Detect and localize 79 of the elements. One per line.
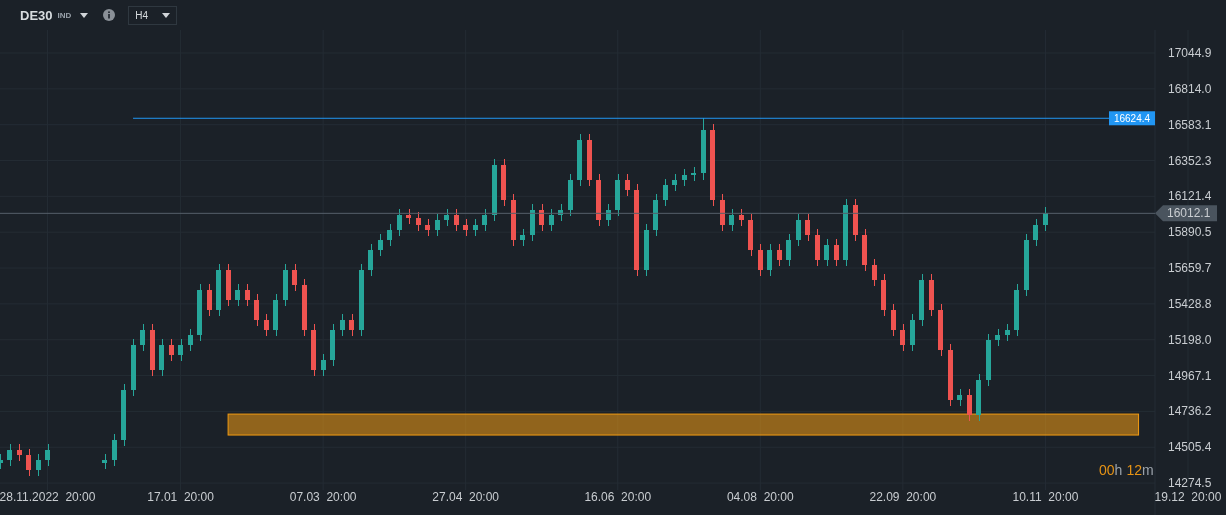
price-axis-label: 14505.4 [1168, 440, 1212, 455]
candlestick [254, 293, 260, 327]
candlestick [396, 208, 402, 237]
candlestick [539, 203, 545, 232]
candlestick [890, 303, 896, 337]
candlestick [377, 233, 383, 257]
candlestick [178, 338, 184, 362]
timeframe-dropdown[interactable]: H4 [128, 5, 178, 25]
info-icon[interactable] [103, 9, 116, 21]
symbol-name[interactable]: DE30 [20, 7, 53, 23]
candlestick [966, 388, 972, 422]
time-axis-label: 10.11 20:00 [1012, 490, 1079, 504]
price-axis-label: 15659.7 [1168, 261, 1212, 276]
candlestick [824, 238, 830, 267]
candlestick [548, 208, 554, 232]
candlestick [624, 173, 630, 197]
candlestick [415, 211, 421, 232]
candlestick [263, 313, 269, 337]
candlestick [900, 323, 906, 352]
candlestick [35, 453, 41, 477]
price-axis-label: 14274.5 [1168, 476, 1212, 491]
candlestick [729, 208, 735, 232]
candlestick [1042, 206, 1048, 232]
price-axis-label: 15890.5 [1168, 225, 1212, 240]
candlestick [662, 178, 668, 207]
candlestick [795, 213, 801, 247]
price-axis-label: 16814.0 [1168, 81, 1212, 96]
time-axis-label: 28.11.2022 20:00 [0, 490, 96, 504]
candlestick [757, 243, 763, 277]
candlestick [1033, 218, 1039, 247]
price-axis-label: 16583.1 [1168, 117, 1212, 132]
time-axis-label: 16.06 20:00 [584, 490, 652, 504]
candlestick [26, 448, 32, 477]
candlestick [349, 313, 355, 337]
price-axis-label: 14967.1 [1168, 368, 1212, 383]
price-axis-label: 14736.2 [1168, 404, 1212, 419]
candlestick [871, 258, 877, 287]
candlestick [45, 443, 51, 467]
candlestick [206, 283, 212, 317]
price-axis-label: 17044.9 [1168, 46, 1212, 60]
candlestick [368, 243, 374, 277]
candlestick [339, 313, 345, 337]
price-axis-label: 15428.8 [1168, 296, 1212, 311]
candlestick [7, 443, 12, 467]
candlestick [140, 323, 146, 352]
time-axis-label: 27.04 20:00 [432, 490, 500, 504]
time-axis-label: 17.01 20:00 [147, 490, 214, 504]
candlestick [244, 283, 250, 307]
candlestick [320, 353, 326, 377]
current-price-tag: 16012.1 [1155, 205, 1217, 222]
time-axis-label: 22.09 20:00 [869, 490, 937, 504]
candlestick [453, 208, 459, 232]
candlestick [168, 338, 174, 362]
ref-line-label: 16624.4 [1113, 113, 1151, 125]
time-axis-label: 07.03 20:00 [289, 490, 357, 504]
candlestick [482, 208, 488, 232]
candlestick [805, 213, 811, 242]
ref-line-label: 16012.1 [1167, 206, 1211, 221]
price-axis-label: 16121.4 [1168, 189, 1212, 204]
candlestick [767, 243, 773, 277]
candlestick [833, 238, 839, 267]
candlestick [776, 243, 782, 267]
price-axis-label: 16352.3 [1168, 153, 1212, 168]
candlestick [235, 283, 241, 307]
caret-icon[interactable] [80, 12, 89, 18]
market-label: IND [57, 10, 72, 20]
candlestick [187, 328, 193, 352]
time-axis-label: 04.08 20:00 [726, 490, 794, 504]
candlestick [786, 233, 792, 267]
time-axis-label: 19.12 20:00 [1154, 490, 1222, 504]
candlestick [292, 263, 298, 292]
candle-countdown: 00h 12m [1099, 462, 1154, 478]
price-axis-label: 15198.0 [1168, 332, 1212, 347]
candlestick [434, 213, 440, 237]
line-price-label: 16624.4 [1109, 111, 1155, 126]
candlestick [387, 223, 393, 247]
candlestick [605, 203, 611, 227]
caret-icon [162, 12, 171, 18]
candlestick [111, 433, 117, 467]
